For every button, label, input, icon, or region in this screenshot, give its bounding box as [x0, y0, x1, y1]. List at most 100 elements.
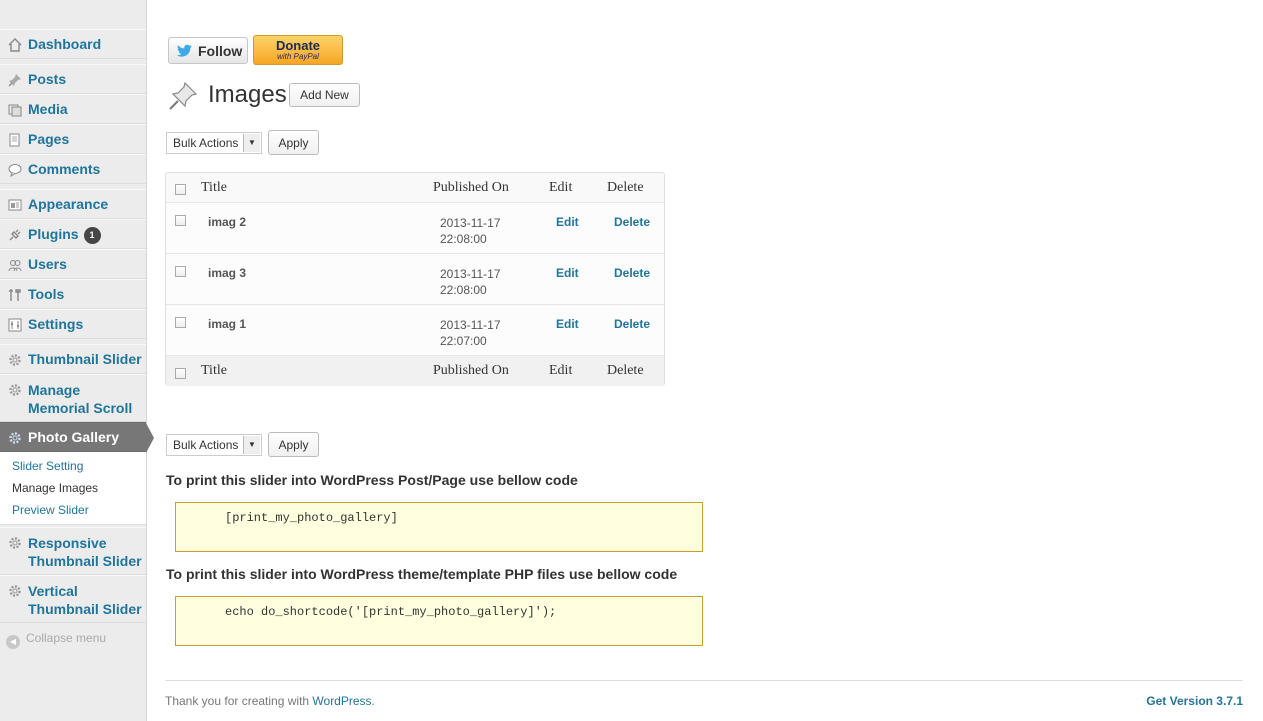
bulk-actions-value: Bulk Actions: [173, 438, 239, 452]
donate-label: Donate: [275, 38, 321, 53]
menu-pages-label: Pages: [28, 131, 70, 147]
pages-icon: [7, 132, 23, 148]
collapse-menu-button[interactable]: ◀ Collapse menu: [6, 631, 106, 649]
twitter-follow-button[interactable]: Follow: [168, 37, 248, 64]
php-shortcode-heading: To print this slider into WordPress them…: [166, 566, 678, 582]
column-delete: Delete: [607, 180, 644, 195]
footer-thanks: Thank you for creating with WordPress.: [165, 694, 375, 708]
published-date: 2013-11-17 22:08:00: [440, 216, 501, 246]
table-row: imag 1 2013-11-17 22:07:00 Edit Delete: [166, 304, 664, 356]
gear-icon: [7, 430, 23, 446]
menu-vertical-thumbnail-slider-label: Vertical Thumbnail Slider: [28, 583, 142, 617]
menu-thumbnail-slider-label: Thumbnail Slider: [28, 351, 142, 367]
menu-photo-gallery-label: Photo Gallery: [28, 429, 120, 445]
page-title: Images: [208, 81, 287, 108]
settings-icon: [7, 317, 23, 333]
row-checkbox[interactable]: [175, 215, 186, 226]
menu-plugins[interactable]: Plugins 1: [0, 219, 146, 249]
menu-dashboard-label: Dashboard: [28, 36, 102, 52]
delete-link[interactable]: Delete: [614, 317, 650, 331]
column-edit: Edit: [549, 180, 573, 195]
media-icon: [7, 102, 23, 118]
submenu-slider-setting[interactable]: Slider Setting: [12, 459, 83, 473]
tools-icon: [7, 287, 23, 303]
menu-appearance[interactable]: Appearance: [0, 189, 146, 219]
column-title-footer[interactable]: Title: [201, 363, 227, 379]
post-shortcode-box[interactable]: [print_my_photo_gallery]: [175, 502, 703, 552]
menu-responsive-thumbnail-slider[interactable]: Responsive Thumbnail Slider: [0, 527, 146, 575]
select-all-checkbox[interactable]: [175, 184, 186, 195]
delete-link[interactable]: Delete: [614, 266, 650, 280]
menu-photo-gallery[interactable]: Photo Gallery: [0, 422, 154, 453]
menu-dashboard[interactable]: Dashboard: [0, 29, 146, 59]
plugins-update-badge: 1: [83, 227, 101, 244]
menu-settings-label: Settings: [28, 316, 84, 332]
bulk-actions-select-top[interactable]: Bulk Actions ▼: [166, 132, 262, 154]
menu-media-label: Media: [28, 101, 68, 117]
post-shortcode-heading: To print this slider into WordPress Post…: [166, 472, 578, 488]
menu-tools-label: Tools: [28, 286, 65, 302]
wordpress-link[interactable]: WordPress: [312, 694, 371, 708]
column-published-on-footer[interactable]: Published On: [433, 363, 509, 379]
apply-button-top[interactable]: Apply: [268, 130, 319, 155]
submenu-manage-images[interactable]: Manage Images: [12, 481, 98, 495]
table-header-row: Title Published On Edit Delete: [166, 173, 664, 203]
menu-manage-memorial-scroll[interactable]: Manage Memorial Scroll: [0, 374, 146, 422]
published-date: 2013-11-17 22:08:00: [440, 267, 501, 297]
footer-divider: [165, 680, 1243, 681]
edit-link[interactable]: Edit: [556, 215, 579, 229]
bulk-actions-value: Bulk Actions: [173, 136, 239, 150]
menu-users[interactable]: Users: [0, 249, 146, 279]
image-title: imag 3: [208, 266, 247, 280]
menu-settings[interactable]: Settings: [0, 309, 146, 339]
table-row: imag 2 2013-11-17 22:08:00 Edit Delete: [166, 202, 664, 254]
donate-sublabel: with PayPal: [277, 52, 319, 61]
menu-tools[interactable]: Tools: [0, 279, 146, 309]
get-version-link[interactable]: Get Version 3.7.1: [1146, 694, 1243, 708]
paypal-donate-button[interactable]: Donate with PayPal: [253, 35, 343, 65]
menu-appearance-label: Appearance: [28, 196, 109, 212]
dropdown-arrow-icon: ▼: [243, 134, 260, 152]
comment-icon: [7, 162, 23, 178]
apply-button-bottom[interactable]: Apply: [268, 432, 319, 457]
bulk-actions-select-bottom[interactable]: Bulk Actions ▼: [166, 434, 262, 456]
menu-vertical-thumbnail-slider[interactable]: Vertical Thumbnail Slider: [0, 575, 146, 623]
menu-plugins-label: Plugins 1: [28, 226, 101, 244]
appearance-icon: [7, 197, 23, 213]
plug-icon: [7, 227, 23, 243]
menu-media[interactable]: Media: [0, 94, 146, 124]
column-published-on[interactable]: Published On: [433, 180, 509, 196]
row-checkbox[interactable]: [175, 266, 186, 277]
menu-comments[interactable]: Comments: [0, 154, 146, 184]
row-checkbox[interactable]: [175, 317, 186, 328]
twitter-bird-icon: [176, 44, 192, 57]
pushpin-icon: [169, 81, 198, 110]
menu-responsive-thumbnail-slider-label: Responsive Thumbnail Slider: [28, 535, 142, 569]
add-new-button[interactable]: Add New: [289, 83, 360, 107]
gear-icon: [7, 382, 23, 398]
gear-icon: [7, 535, 23, 551]
home-icon: [7, 37, 23, 53]
edit-link[interactable]: Edit: [556, 317, 579, 331]
menu-pages[interactable]: Pages: [0, 124, 146, 154]
gear-icon: [7, 583, 23, 599]
delete-link[interactable]: Delete: [614, 215, 650, 229]
edit-link[interactable]: Edit: [556, 266, 579, 280]
menu-thumbnail-slider[interactable]: Thumbnail Slider: [0, 344, 146, 374]
select-all-checkbox-footer[interactable]: [175, 368, 186, 379]
gear-icon: [7, 352, 23, 368]
menu-posts[interactable]: Posts: [0, 64, 146, 94]
published-date: 2013-11-17 22:07:00: [440, 318, 501, 348]
photo-gallery-submenu: Slider Setting Manage Images Preview Sli…: [0, 452, 146, 525]
image-title: imag 1: [208, 317, 247, 331]
php-shortcode-box[interactable]: echo do_shortcode('[print_my_photo_galle…: [175, 596, 703, 646]
follow-label: Follow: [198, 42, 243, 59]
admin-sidebar: Dashboard Posts Media Pages Comments App…: [0, 0, 154, 721]
submenu-preview-slider[interactable]: Preview Slider: [12, 503, 89, 517]
column-title[interactable]: Title: [201, 180, 227, 196]
pushpin-icon: [7, 72, 23, 88]
table-footer-row: Title Published On Edit Delete: [166, 355, 664, 386]
menu-manage-memorial-scroll-label: Manage Memorial Scroll: [28, 382, 133, 416]
collapse-arrow-icon: ◀: [6, 635, 20, 649]
images-table: Title Published On Edit Delete imag 2 20…: [165, 172, 665, 386]
